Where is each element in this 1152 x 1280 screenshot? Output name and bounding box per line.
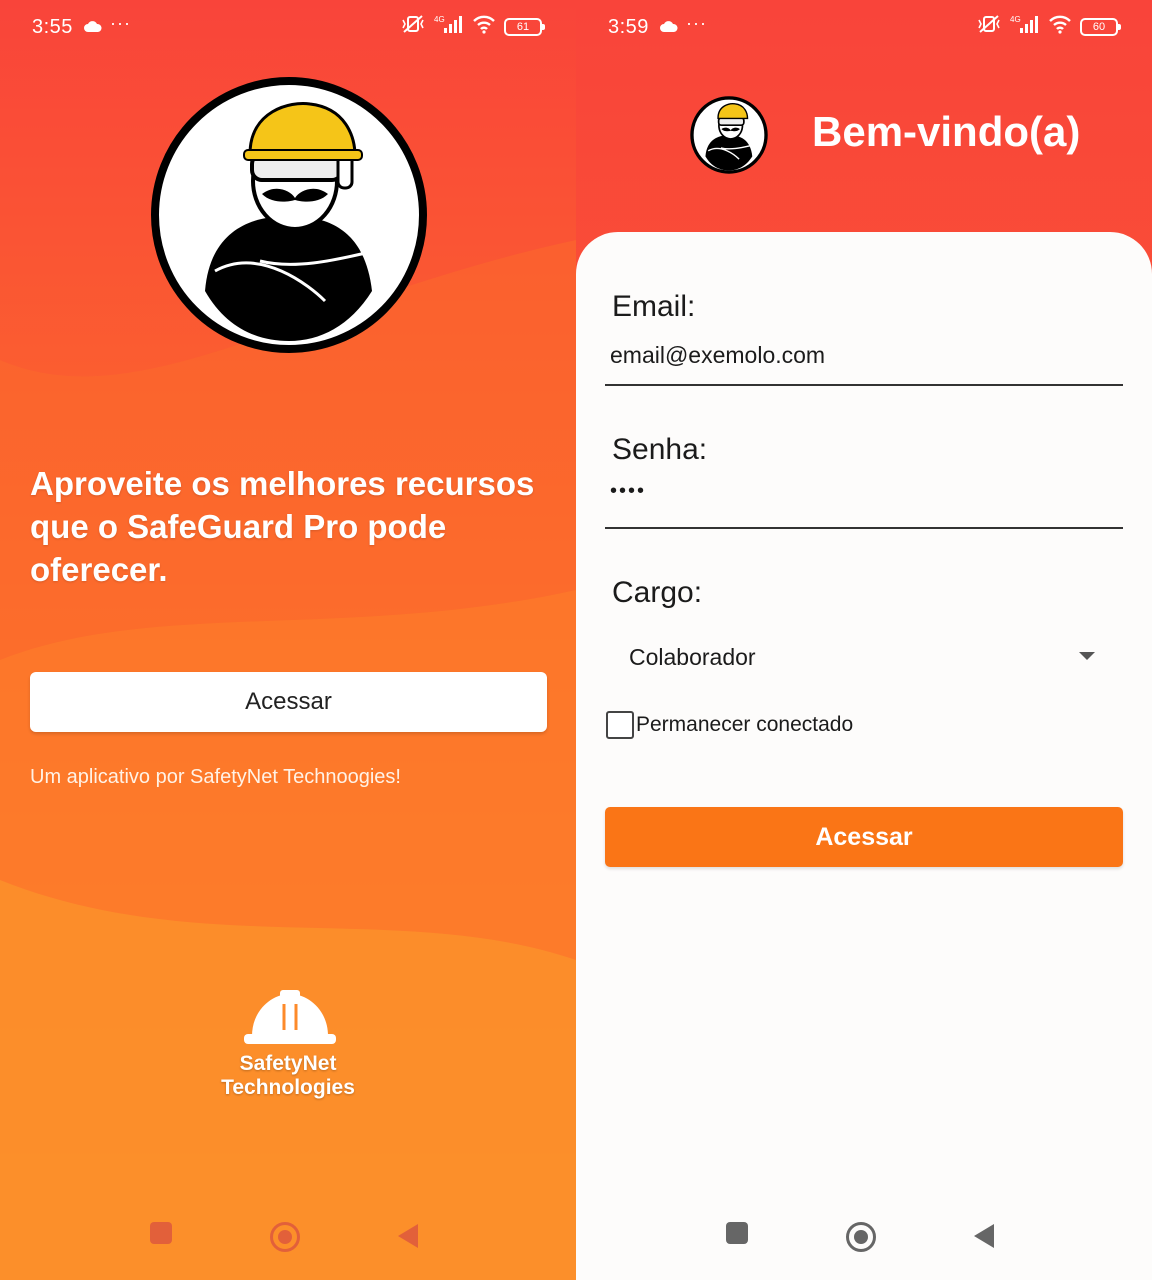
back-icon[interactable] <box>398 1224 418 1248</box>
email-label: Email: <box>612 290 696 323</box>
email-underline <box>605 384 1123 386</box>
notification-overflow: ··· <box>110 13 131 33</box>
caret-down-icon <box>1079 652 1095 660</box>
status-bar: 3:55 ··· 4G 61 <box>0 0 576 58</box>
android-nav-bar <box>0 1200 576 1280</box>
status-bar: 3:59 ··· 4G 60 <box>576 0 1152 58</box>
recent-apps-icon[interactable] <box>150 1222 172 1244</box>
vibrate-off-icon <box>976 14 1002 39</box>
company-logo: SafetyNet Technologies <box>170 980 410 1100</box>
cloud-icon <box>84 20 102 38</box>
signal-icon: 4G <box>434 14 464 39</box>
role-label: Cargo: <box>612 576 703 609</box>
byline-text: Um aplicativo por SafetyNet Technoogies! <box>30 766 401 788</box>
recent-apps-icon[interactable] <box>726 1222 748 1244</box>
email-field[interactable]: email@exemolo.com <box>610 342 825 369</box>
notification-overflow: ··· <box>686 13 707 33</box>
battery-icon: 61 <box>504 17 545 36</box>
remember-checkbox[interactable] <box>606 711 634 739</box>
login-submit-button[interactable]: Acessar <box>605 807 1123 867</box>
svg-text:4G: 4G <box>1010 15 1021 24</box>
company-name: SafetyNet Technologies <box>221 1052 355 1099</box>
role-select-value: Colaborador <box>629 644 756 670</box>
svg-text:4G: 4G <box>434 15 445 24</box>
android-nav-bar <box>576 1200 1152 1280</box>
welcome-title: Bem-vindo(a) <box>812 108 1081 155</box>
password-underline <box>605 527 1123 529</box>
splash-screen: 3:55 ··· 4G 61 Aproveite os melhores rec… <box>0 0 576 1280</box>
tagline-text: Aproveite os melhores recursos que o Saf… <box>30 465 535 588</box>
wifi-icon <box>472 14 496 39</box>
battery-icon: 60 <box>1080 17 1121 36</box>
remember-label[interactable]: Permanecer conectado <box>636 713 853 737</box>
role-select[interactable]: Colaborador <box>605 636 1123 680</box>
signal-icon: 4G <box>1010 14 1040 39</box>
home-icon[interactable] <box>270 1222 300 1252</box>
back-icon[interactable] <box>974 1224 994 1248</box>
status-time: 3:55 <box>32 16 73 38</box>
access-button[interactable]: Acessar <box>30 672 547 732</box>
worker-mascot-icon <box>690 96 768 174</box>
status-time: 3:59 <box>608 16 649 38</box>
home-icon[interactable] <box>846 1222 876 1252</box>
cloud-icon <box>660 20 678 38</box>
password-label: Senha: <box>612 433 708 466</box>
wifi-icon <box>1048 14 1072 39</box>
hard-hat-icon <box>244 990 336 1044</box>
worker-mascot-icon <box>151 77 427 353</box>
login-card <box>576 232 1152 1280</box>
vibrate-off-icon <box>400 14 426 39</box>
password-field[interactable]: •••• <box>610 480 646 503</box>
